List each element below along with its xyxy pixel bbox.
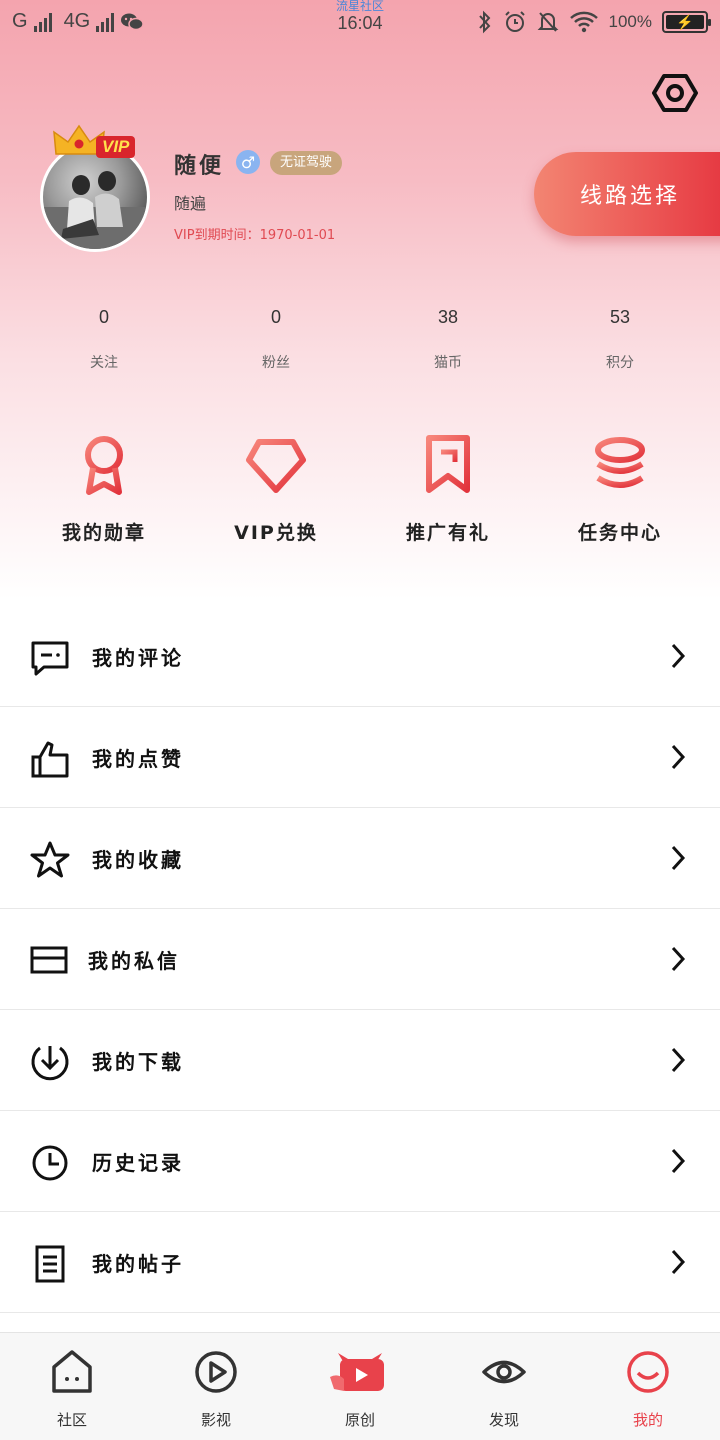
menu-label: 历史记录 <box>92 1150 184 1175</box>
signal-icon-2 <box>96 12 115 32</box>
signal-icon <box>33 12 52 32</box>
menu-label: 我的私信 <box>88 948 180 973</box>
status-center: 流星社区 16:04 <box>300 0 420 33</box>
username: 随便 <box>174 154 225 179</box>
nav-mine[interactable]: 我的 <box>576 1333 720 1440</box>
menu-label: 我的评论 <box>92 645 184 670</box>
diamond-icon <box>246 439 306 493</box>
download-icon <box>31 1046 69 1081</box>
stat-value: 0 <box>270 307 281 327</box>
quick-label: 推广有礼 <box>405 522 490 544</box>
stat-label: 关注 <box>90 355 118 371</box>
stat-points[interactable]: 53 积分 <box>534 304 706 372</box>
bluetooth-icon <box>478 10 490 34</box>
stat-cat-coins[interactable]: 38 猫币 <box>362 304 534 372</box>
carrier-2: 4G <box>63 10 91 32</box>
chevron-right-icon <box>671 1249 686 1275</box>
quick-task-center[interactable]: 任务中心 <box>534 430 706 545</box>
battery-icon: ⚡ <box>662 11 711 33</box>
alarm-icon <box>504 11 525 32</box>
stat-label: 积分 <box>606 355 634 371</box>
envelope-icon <box>30 946 68 974</box>
nav-community[interactable]: 社区 <box>0 1333 144 1440</box>
male-gender-icon: ♂ <box>236 150 260 174</box>
stat-value: 53 <box>609 307 631 327</box>
bookmark-icon <box>426 435 470 493</box>
menu-my-comments[interactable]: 我的评论 <box>0 606 720 707</box>
stat-label: 猫币 <box>434 355 462 371</box>
document-icon <box>35 1245 65 1283</box>
chevron-right-icon <box>671 1047 686 1073</box>
menu-my-favorites[interactable]: 我的收藏 <box>0 808 720 909</box>
app-name: 流星社区 <box>335 0 384 13</box>
status-right: 100% ⚡ <box>477 10 711 34</box>
stats-row: 0 关注 0 粉丝 38 猫币 53 积分 <box>0 304 720 372</box>
chevron-right-icon <box>671 1148 686 1174</box>
home-icon <box>52 1350 92 1393</box>
vip-expire-date: VIP到期时间：1970-01-01 <box>174 228 336 243</box>
quick-label: VIP兑换 <box>234 522 318 544</box>
menu-label: 我的点赞 <box>92 746 184 771</box>
stat-label: 粉丝 <box>262 355 290 371</box>
certification-badge: 无证驾驶 <box>270 151 343 175</box>
quick-vip-exchange[interactable]: VIP兑换 <box>190 430 362 545</box>
status-bar: G 4G 流星社区 16:04 100% ⚡ <box>0 0 720 48</box>
nav-discover[interactable]: 发现 <box>432 1333 576 1440</box>
bottom-nav: 社区 影视 原创 发现 我的 <box>0 1332 720 1440</box>
line-select-label: 线路选择 <box>580 184 681 209</box>
nickname: 随遍 <box>174 194 207 213</box>
chevron-right-icon <box>671 845 686 871</box>
battery-percent: 100% <box>608 12 652 31</box>
clock-icon <box>32 1145 68 1181</box>
menu-my-posts[interactable]: 我的帖子 <box>0 1212 720 1313</box>
mute-icon <box>537 12 558 32</box>
nav-label: 发现 <box>488 1411 519 1429</box>
menu-history[interactable]: 历史记录 <box>0 1111 720 1212</box>
medal-icon <box>85 436 123 495</box>
menu-list: 我的评论 我的点赞 我的收藏 我的私信 我的下载 历史记录 我的帖子 <box>0 606 720 1313</box>
quick-medals[interactable]: 我的勋章 <box>18 430 190 545</box>
status-left: G 4G <box>12 10 144 33</box>
thumbs-up-icon <box>31 741 69 778</box>
wifi-icon <box>569 11 598 33</box>
menu-label: 我的下载 <box>92 1049 184 1074</box>
vip-badge: VIP <box>96 136 136 158</box>
nav-label: 社区 <box>56 1411 87 1429</box>
quick-entries: 我的勋章 VIP兑换 推广有礼 任务中心 <box>0 430 720 545</box>
quick-label: 我的勋章 <box>61 522 146 544</box>
quick-promotion[interactable]: 推广有礼 <box>362 430 534 545</box>
nav-label: 原创 <box>344 1411 375 1429</box>
menu-label: 我的帖子 <box>92 1251 184 1276</box>
stat-following[interactable]: 0 关注 <box>18 304 190 372</box>
menu-my-likes[interactable]: 我的点赞 <box>0 707 720 808</box>
avatar-image <box>43 171 147 249</box>
comment-icon <box>31 641 69 676</box>
eye-icon <box>482 1360 526 1384</box>
stat-fans[interactable]: 0 粉丝 <box>190 304 362 372</box>
menu-my-messages[interactable]: 我的私信 <box>0 909 720 1010</box>
clock: 16:04 <box>337 13 383 33</box>
profile-smile-icon <box>627 1351 669 1393</box>
wechat-icon <box>121 13 144 30</box>
chevron-right-icon <box>671 643 686 669</box>
menu-label: 我的收藏 <box>92 847 184 872</box>
stat-value: 38 <box>437 307 459 327</box>
stat-value: 0 <box>98 307 109 327</box>
nav-video[interactable]: 影视 <box>144 1333 288 1440</box>
nav-label: 影视 <box>200 1411 231 1429</box>
quick-label: 任务中心 <box>577 522 662 544</box>
avatar[interactable]: VIP <box>40 124 152 254</box>
play-icon <box>195 1351 237 1393</box>
menu-my-downloads[interactable]: 我的下载 <box>0 1010 720 1111</box>
star-icon <box>30 841 70 878</box>
coins-icon <box>595 437 645 488</box>
line-select-button[interactable]: 线路选择 <box>534 152 720 236</box>
nav-label: 我的 <box>632 1411 663 1429</box>
settings-hexagon-icon[interactable] <box>652 70 698 116</box>
carrier-1: G <box>12 10 28 32</box>
original-icon <box>330 1353 384 1391</box>
chevron-right-icon <box>671 744 686 770</box>
nav-original[interactable]: 原创 <box>288 1333 432 1440</box>
chevron-right-icon <box>671 946 686 972</box>
